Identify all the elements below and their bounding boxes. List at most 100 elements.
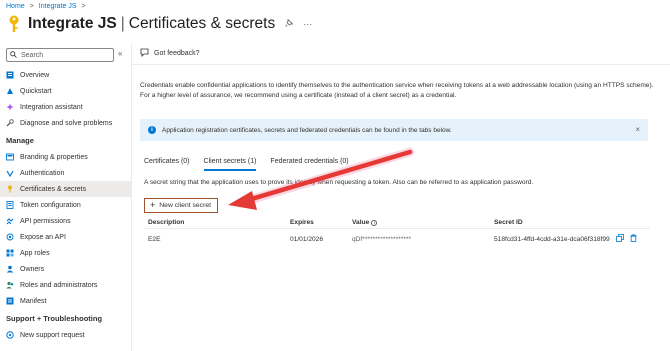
breadcrumb-separator: >: [29, 3, 34, 10]
sidebar-nav: Overview Quickstart Integration assistan…: [0, 67, 131, 343]
sidebar-item-quickstart[interactable]: Quickstart: [0, 83, 131, 99]
sidebar-item-label: Authentication: [20, 169, 65, 177]
new-client-secret-button[interactable]: + New client secret: [144, 198, 218, 213]
roles-icon: [6, 281, 14, 289]
api-permissions-icon: [6, 217, 14, 225]
plus-icon: +: [150, 200, 156, 210]
breadcrumb-app[interactable]: Integrate JS: [39, 3, 77, 10]
more-icon[interactable]: ···: [303, 19, 312, 29]
main-content: Got feedback? Credentials enable confide…: [132, 44, 670, 351]
sidebar-item-branding[interactable]: Branding & properties: [0, 149, 131, 165]
breadcrumb: Home > Integrate JS >: [6, 3, 86, 10]
cell-value: qDf*******************: [352, 235, 412, 243]
expose-api-icon: [6, 233, 14, 241]
breadcrumb-home[interactable]: Home: [6, 3, 25, 10]
tab-federated-credentials[interactable]: Federated credentials (0): [270, 158, 348, 171]
column-header-value-label: Value: [352, 219, 370, 226]
column-header-secret-id: Secret ID: [494, 219, 523, 226]
token-icon: [6, 201, 14, 209]
credential-tabs: Certificates (0) Client secrets (1) Fede…: [144, 158, 349, 171]
sidebar-item-integration-assistant[interactable]: Integration assistant: [0, 99, 131, 115]
sidebar-item-label: Branding & properties: [20, 153, 88, 161]
column-header-description: Description: [148, 219, 185, 226]
cell-secret-id: 518fcd31-4ffd-4cdd-a31e-dca06f318f99: [494, 234, 650, 244]
sidebar-item-label: Certificates & secrets: [20, 185, 87, 193]
sidebar-item-label: Quickstart: [20, 87, 52, 95]
table-row: E2E 01/01/2026 qDf******************* 51…: [144, 229, 650, 249]
sidebar-item-app-roles[interactable]: App roles: [0, 245, 131, 261]
overview-icon: [6, 71, 14, 79]
search-icon: [10, 50, 17, 60]
info-banner: i Application registration certificates,…: [140, 119, 648, 141]
sidebar-item-manifest[interactable]: Manifest: [0, 293, 131, 309]
manifest-icon: [6, 297, 14, 305]
sidebar-item-label: New support request: [20, 331, 85, 339]
pin-icon[interactable]: [285, 18, 294, 29]
column-header-expires: Expires: [290, 219, 314, 226]
assistant-icon: [6, 103, 14, 111]
page-header: Integrate JS | Certificates & secrets ···: [6, 12, 312, 36]
sidebar-item-label: Overview: [20, 71, 50, 79]
sidebar: Search « Overview Quickstart Integration…: [0, 44, 132, 351]
sidebar-item-label: Expose an API: [20, 233, 66, 241]
page-title-app: Integrate JS: [28, 15, 117, 32]
sidebar-item-label: Owners: [20, 265, 45, 273]
sidebar-item-authentication[interactable]: Authentication: [0, 165, 131, 181]
sidebar-item-owners[interactable]: Owners: [0, 261, 131, 277]
cell-description: E2E: [148, 235, 161, 243]
sidebar-item-roles-administrators[interactable]: Roles and administrators: [0, 277, 131, 293]
info-icon: i: [148, 126, 156, 134]
tab-client-secrets[interactable]: Client secrets (1): [203, 158, 257, 171]
sidebar-item-api-permissions[interactable]: API permissions: [0, 213, 131, 229]
client-secrets-description: A secret string that the application use…: [144, 179, 534, 186]
search-input[interactable]: Search: [6, 48, 114, 62]
sidebar-item-new-support-request[interactable]: New support request: [0, 327, 131, 343]
sidebar-item-overview[interactable]: Overview: [0, 67, 131, 83]
key-icon: [6, 14, 22, 34]
sidebar-item-label: App roles: [20, 249, 50, 257]
new-client-secret-label: New client secret: [159, 202, 212, 209]
sidebar-section-support: Support + Troubleshooting: [6, 313, 103, 323]
copy-icon[interactable]: [615, 234, 624, 244]
page-title: Integrate JS | Certificates & secrets: [28, 15, 275, 33]
info-circle-icon[interactable]: i: [371, 219, 378, 226]
table-header: Description Expires Value i Secret ID: [144, 217, 650, 229]
toolbar-divider: [132, 64, 670, 65]
app-roles-icon: [6, 249, 14, 257]
support-icon: [6, 331, 14, 339]
sidebar-item-certificates-secrets[interactable]: Certificates & secrets: [0, 181, 131, 197]
search-placeholder: Search: [21, 51, 44, 59]
sidebar-item-label: Manifest: [20, 297, 47, 305]
key-icon: [6, 185, 14, 193]
feedback-label: Got feedback?: [154, 50, 200, 57]
owners-icon: [6, 265, 14, 273]
collapse-sidebar-button[interactable]: «: [118, 49, 122, 58]
sidebar-item-expose-api[interactable]: Expose an API: [0, 229, 131, 245]
info-banner-text: Application registration certificates, s…: [162, 126, 452, 134]
feedback-icon: [140, 48, 149, 59]
sidebar-item-token-configuration[interactable]: Token configuration: [0, 197, 131, 213]
wrench-icon: [6, 119, 14, 127]
page-title-section: Certificates & secrets: [128, 15, 276, 32]
cell-expires: 01/01/2026: [290, 235, 324, 243]
feedback-button[interactable]: Got feedback?: [140, 48, 200, 59]
breadcrumb-separator-trailing: >: [81, 3, 86, 10]
sidebar-item-label: API permissions: [20, 217, 71, 225]
page-description: Credentials enable confidential applicat…: [140, 82, 654, 99]
close-icon[interactable]: ×: [635, 125, 640, 134]
sidebar-item-label: Token configuration: [20, 201, 81, 209]
sidebar-item-label: Integration assistant: [20, 103, 83, 111]
sidebar-item-label: Diagnose and solve problems: [20, 119, 113, 127]
page-title-divider: |: [120, 15, 125, 32]
delete-icon[interactable]: [630, 234, 637, 244]
authentication-icon: [6, 169, 14, 177]
sidebar-section-manage: Manage: [6, 135, 34, 145]
tab-certificates[interactable]: Certificates (0): [144, 158, 190, 171]
cell-secret-id-text: 518fcd31-4ffd-4cdd-a31e-dca06f318f99: [494, 235, 610, 243]
sidebar-item-label: Roles and administrators: [20, 281, 98, 289]
client-secrets-table: Description Expires Value i Secret ID E2E…: [144, 217, 650, 249]
column-header-value: Value i: [352, 219, 494, 226]
quickstart-icon: [6, 87, 14, 95]
branding-icon: [6, 153, 14, 161]
sidebar-item-diagnose[interactable]: Diagnose and solve problems: [0, 115, 131, 131]
